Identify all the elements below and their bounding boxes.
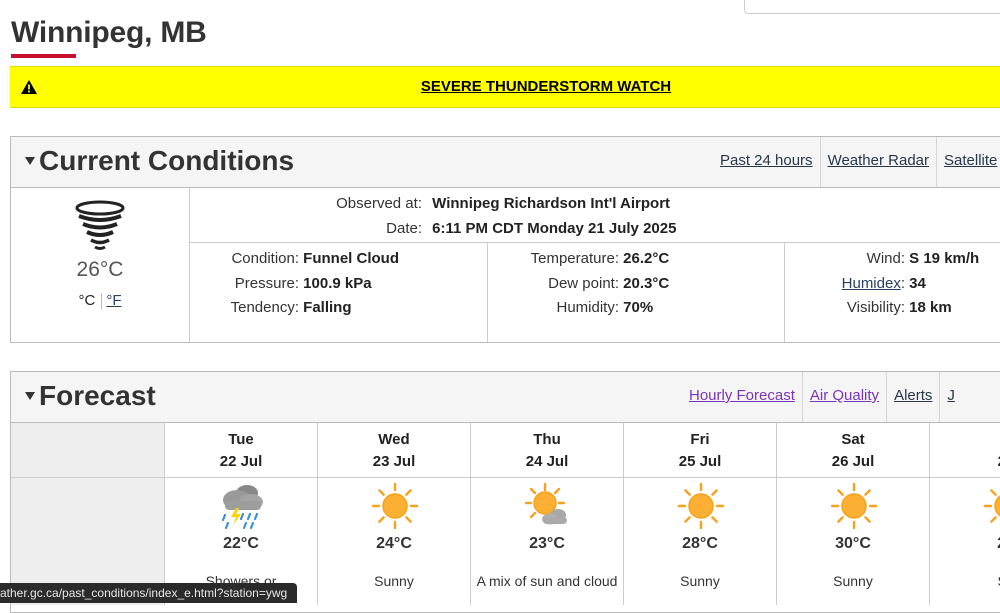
current-conditions-body: 26°C °C °F Observed at: Winnipeg Richards…	[11, 188, 1000, 342]
forecast-day: Tue 22 Jul 22°C Showers or	[165, 423, 318, 605]
forecast-corner-cell	[11, 423, 165, 478]
collapse-caret-icon[interactable]	[25, 391, 35, 400]
visibility: Visibility: 18 km	[846, 299, 952, 316]
sun-icon	[371, 482, 419, 534]
forecast-day: Fri 25 Jul 28°C Sunny	[624, 423, 777, 605]
humidity: Humidity: 70%	[556, 299, 654, 316]
forecast-day: Sat 26 Jul 30°C Sunny	[777, 423, 930, 605]
unit-fahrenheit-link[interactable]: °F	[104, 292, 121, 309]
alert-link[interactable]: SEVERE THUNDERSTORM WATCH	[82, 78, 1000, 95]
forecast-summary: Su	[930, 573, 1000, 589]
wind: Wind: S 19 km/h	[866, 250, 980, 267]
current-conditions-panel: Current Conditions Past 24 hours Weather…	[10, 136, 1000, 343]
observed-at: Observed at: Winnipeg Richardson Int'l A…	[336, 195, 671, 212]
forecast-high-temp: 29	[930, 535, 1000, 553]
humidex-link[interactable]: Humidex	[842, 275, 901, 292]
forecast-day-header: Fri 25 Jul	[624, 423, 776, 478]
forecast-summary: Sunny	[374, 573, 414, 589]
forecast-panel: Forecast Hourly Forecast Air Quality Ale…	[10, 371, 1000, 613]
forecast-day-header: Thu 24 Jul	[471, 423, 623, 478]
forecast-header: Forecast Hourly Forecast Air Quality Ale…	[11, 372, 1000, 423]
title-underline	[11, 54, 76, 58]
forecast-high-temp: 28°C	[682, 535, 718, 552]
current-conditions-title[interactable]: Current Conditions	[25, 145, 294, 177]
sun-icon	[830, 482, 878, 534]
link-alerts[interactable]: Alerts	[886, 372, 939, 422]
forecast-day: Thu 24 Jul 23°C A mix of sun and cloud	[471, 423, 624, 605]
forecast-day-header: Wed 23 Jul	[318, 423, 470, 478]
current-conditions-header: Current Conditions Past 24 hours Weather…	[11, 137, 1000, 188]
collapse-caret-icon[interactable]	[25, 156, 35, 165]
forecast-high-temp: 24°C	[376, 535, 412, 552]
thunderstorm-rain-icon	[219, 483, 265, 536]
forecast-day-header: S 27	[930, 423, 1000, 478]
pressure: Pressure: 100.9 kPa	[234, 275, 372, 292]
forecast-high-temp: 23°C	[529, 535, 565, 552]
unit-toggle: °C °F	[11, 292, 189, 310]
link-weather-radar[interactable]: Weather Radar	[819, 137, 936, 187]
forecast-summary: A mix of sun and cloud	[476, 573, 618, 589]
forecast-links: Hourly Forecast Air Quality Alerts J	[682, 372, 962, 422]
observation-date: Date: 6:11 PM CDT Monday 21 July 2025	[386, 220, 677, 237]
search-box[interactable]	[744, 0, 1000, 14]
funnel-cloud-icon	[75, 200, 125, 257]
forecast-title[interactable]: Forecast	[25, 380, 156, 412]
unit-separator	[101, 293, 103, 310]
forecast-summary: Sunny	[833, 573, 873, 589]
warning-icon	[20, 79, 38, 100]
alert-banner: SEVERE THUNDERSTORM WATCH	[10, 66, 1000, 108]
forecast-grid: Tue 22 Jul 22°C Showers or Wed 23 Jul 24…	[11, 423, 1000, 605]
forecast-summary: Sunny	[680, 573, 720, 589]
forecast-high-temp: 22°C	[223, 535, 259, 552]
link-past-24-hours[interactable]: Past 24 hours	[713, 137, 820, 187]
sun-icon	[983, 483, 1000, 534]
condition: Condition: Funnel Cloud	[231, 250, 399, 267]
current-links: Past 24 hours Weather Radar Satellite	[713, 137, 1000, 187]
sun-icon	[677, 482, 725, 534]
page-title: Winnipeg, MB	[11, 16, 207, 49]
current-icon-column: 26°C °C °F	[11, 188, 190, 342]
forecast-day-header: Tue 22 Jul	[165, 423, 317, 478]
sun-cloud-icon	[524, 482, 571, 534]
link-more[interactable]: J	[939, 372, 962, 422]
temperature: Temperature: 26.2°C	[530, 250, 670, 267]
dew-point: Dew point: 20.3°C	[548, 275, 670, 292]
observation-row: Observed at: Winnipeg Richardson Int'l A…	[189, 188, 1000, 243]
status-bar-url: ather.gc.ca/past_conditions/index_e.html…	[0, 583, 297, 603]
forecast-high-temp: 30°C	[835, 535, 871, 552]
tendency: Tendency: Falling	[230, 299, 352, 316]
humidex: Humidex: 34	[841, 275, 926, 292]
link-satellite[interactable]: Satellite	[936, 137, 1000, 187]
current-temperature: 26°C	[76, 258, 124, 281]
forecast-day: Wed 23 Jul 24°C Sunny	[318, 423, 471, 605]
forecast-day-header: Sat 26 Jul	[777, 423, 929, 478]
link-hourly-forecast[interactable]: Hourly Forecast	[682, 372, 802, 422]
forecast-day: S 27 29 Su	[930, 423, 1000, 605]
unit-celsius: °C	[78, 292, 96, 309]
link-air-quality[interactable]: Air Quality	[801, 372, 886, 422]
